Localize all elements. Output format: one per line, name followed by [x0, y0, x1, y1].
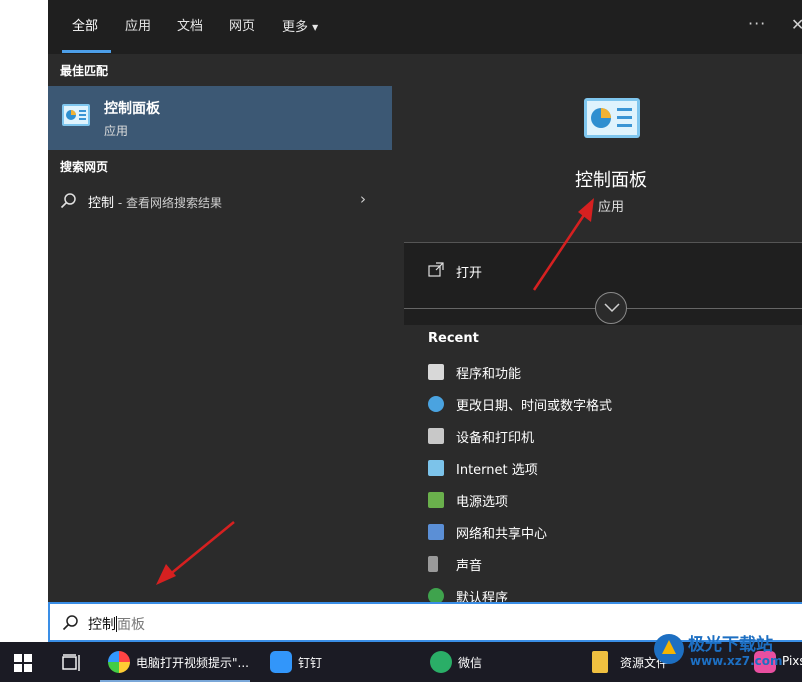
recent-item[interactable]: 电源选项 — [404, 486, 802, 514]
watermark-url: www.xz7.com — [690, 654, 783, 668]
tab-all[interactable]: 全部 — [72, 17, 98, 37]
chevron-down-icon: ▾ — [312, 20, 319, 34]
windows-start-icon[interactable] — [14, 654, 32, 672]
recent-item[interactable]: 默认程序 — [404, 582, 802, 602]
network-sharing-icon — [428, 524, 444, 540]
chevron-right-icon: › — [360, 190, 366, 208]
more-options-icon[interactable]: ··· — [748, 14, 766, 33]
watermark-logo-icon — [654, 634, 684, 664]
control-panel-large-icon — [584, 98, 640, 138]
detail-subtitle: 应用 — [597, 200, 624, 215]
recent-item-label: 声音 — [456, 559, 483, 574]
wechat-icon — [430, 651, 452, 673]
recent-item[interactable]: 设备和打印机 — [404, 422, 802, 450]
web-search-result[interactable]: 控制 - 查看网络搜索结果 › — [48, 188, 392, 214]
expand-button[interactable] — [595, 292, 627, 324]
watermark: 极光下载站 www.xz7.com — [652, 628, 802, 682]
default-programs-icon — [428, 588, 444, 602]
search-tab-bar: 全部 应用 文档 网页 更多 ▾ ··· ✕ — [48, 0, 802, 54]
app-icon — [108, 651, 130, 673]
recent-item-label: Internet 选项 — [456, 463, 538, 478]
taskbar-app-label: 微信 — [458, 656, 483, 670]
web-search-header: 搜索网页 — [60, 160, 109, 174]
best-match-subtitle: 应用 — [104, 124, 129, 138]
taskbar-app-label: 电脑打开视频提示"... — [136, 656, 249, 670]
tab-more-label: 更多 — [282, 20, 309, 35]
tab-more[interactable]: 更多 ▾ — [282, 17, 318, 37]
search-autocomplete-hint: 面板 — [117, 617, 145, 633]
close-icon[interactable]: ✕ — [791, 15, 802, 34]
recent-item-label: 网络和共享中心 — [456, 527, 548, 542]
open-icon — [428, 262, 444, 277]
start-menu: 全部 应用 文档 网页 更多 ▾ ··· ✕ 最佳匹配 控制面板 应用 搜索网页… — [48, 0, 802, 642]
search-typed-text: 控制 — [88, 617, 116, 633]
best-match-header: 最佳匹配 — [60, 64, 109, 78]
recent-item-label: 默认程序 — [456, 591, 509, 602]
detail-title: 控制面板 — [575, 170, 647, 191]
detail-pane: 控制面板 应用 打开 Recent 程序和功能 更改日期、时间或数字格式 设备和… — [404, 66, 802, 602]
recent-item[interactable]: 网络和共享中心 — [404, 518, 802, 546]
active-tab-indicator — [62, 50, 111, 53]
recent-item[interactable]: 更改日期、时间或数字格式 — [404, 390, 802, 418]
open-action[interactable]: 打开 — [404, 256, 802, 286]
dingtalk-icon — [270, 651, 292, 673]
best-match-title: 控制面板 — [104, 101, 160, 117]
recent-item-label: 电源选项 — [456, 495, 509, 510]
recent-header: Recent — [428, 331, 479, 346]
divider — [404, 242, 802, 243]
tab-web[interactable]: 网页 — [229, 17, 255, 37]
task-view-icon[interactable] — [62, 654, 82, 672]
recent-item[interactable]: 程序和功能 — [404, 358, 802, 386]
results-pane: 最佳匹配 控制面板 应用 搜索网页 控制 - 查看网络搜索结果 › — [48, 54, 392, 602]
taskbar-app-label: 钉钉 — [298, 656, 323, 670]
search-icon — [62, 615, 78, 631]
control-panel-icon — [62, 104, 90, 126]
recent-item-label: 更改日期、时间或数字格式 — [456, 399, 613, 414]
detail-header: 控制面板 应用 — [404, 66, 802, 242]
recent-item-label: 设备和打印机 — [456, 431, 535, 446]
recent-item[interactable]: Internet 选项 — [404, 454, 802, 482]
folder-icon — [592, 651, 608, 673]
open-label: 打开 — [456, 266, 483, 281]
taskbar-app-dingtalk[interactable]: 钉钉 — [270, 642, 370, 682]
web-search-suffix: - 查看网络搜索结果 — [114, 196, 222, 210]
taskbar-app-video[interactable]: 电脑打开视频提示"... — [100, 642, 258, 682]
tab-documents[interactable]: 文档 — [177, 17, 203, 37]
chevron-down-icon — [604, 303, 620, 313]
web-search-query: 控制 — [88, 196, 115, 211]
tab-apps[interactable]: 应用 — [125, 17, 151, 37]
power-options-icon — [428, 492, 444, 508]
recent-item-label: 程序和功能 — [456, 367, 522, 382]
programs-features-icon — [428, 364, 444, 380]
best-match-result[interactable]: 控制面板 应用 — [48, 86, 392, 150]
search-icon — [60, 193, 76, 209]
recent-item[interactable]: 声音 — [404, 550, 802, 578]
taskbar-app-wechat[interactable]: 微信 — [430, 642, 530, 682]
devices-printers-icon — [428, 428, 444, 444]
region-clock-icon — [428, 396, 444, 412]
web-search-text: 控制 - 查看网络搜索结果 — [88, 192, 222, 211]
internet-options-icon — [428, 460, 444, 476]
watermark-text: 极光下载站 — [688, 635, 773, 655]
search-input[interactable]: 控制面板 — [88, 614, 145, 634]
sound-icon — [428, 556, 438, 572]
